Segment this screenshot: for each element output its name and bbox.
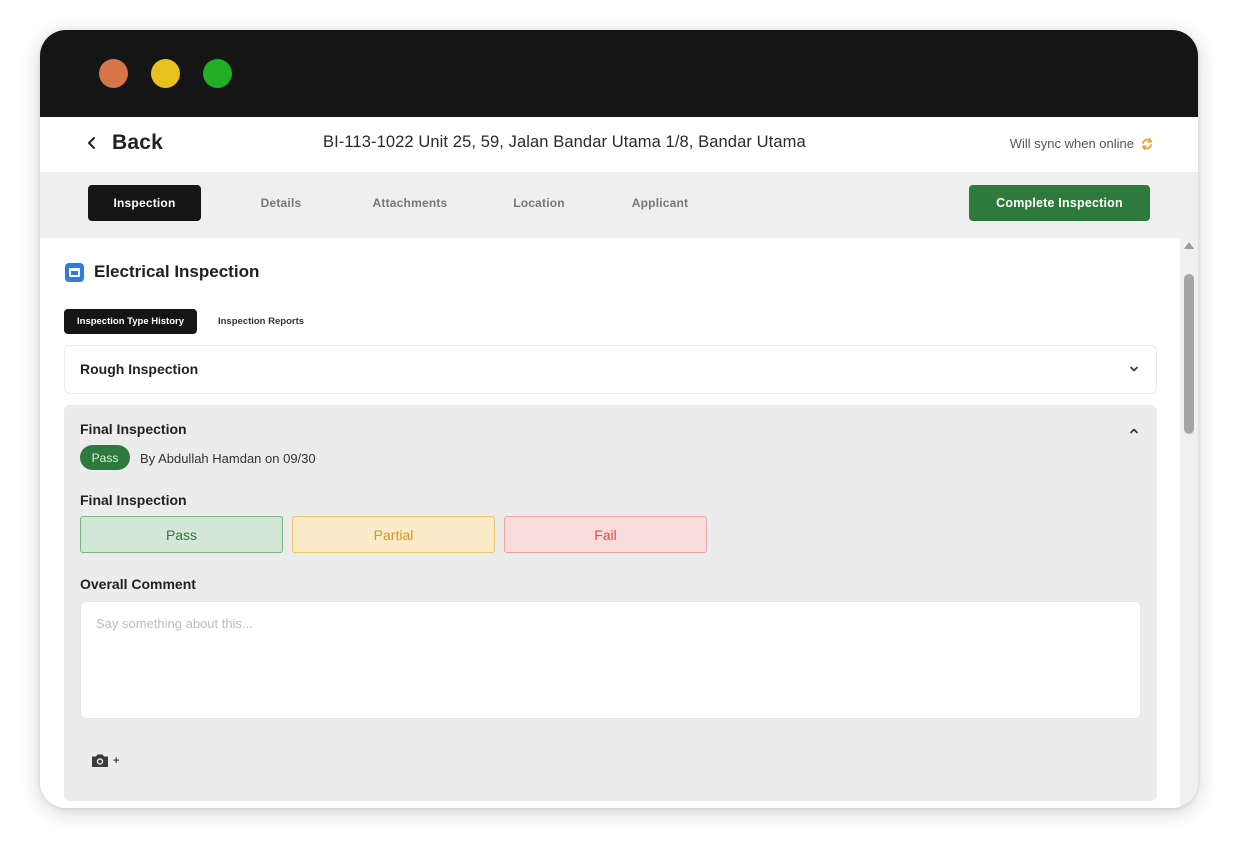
chevron-up-icon[interactable] [1129,426,1139,436]
camera-icon [92,754,108,767]
window-close-control[interactable] [99,59,128,88]
section-title: Electrical Inspection [94,262,260,281]
accordion-title: Final Inspection [80,421,187,437]
scrollbar-thumb[interactable] [1184,274,1194,434]
subtab-bar: Inspection Type History Inspection Repor… [64,309,317,334]
main-content: Electrical Inspection Inspection Type Hi… [40,238,1180,808]
page-title: BI-113-1022 Unit 25, 59, Jalan Bandar Ut… [323,133,806,151]
tab-location[interactable]: Location [495,185,583,221]
back-label: Back [112,131,164,154]
status-badge: Pass [80,445,130,470]
calendar-icon [65,262,84,282]
result-label: Final Inspection [80,492,187,508]
tab-applicant[interactable]: Applicant [612,185,708,221]
scroll-up-arrow-icon[interactable] [1184,242,1194,249]
top-header: Back BI-113-1022 Unit 25, 59, Jalan Band… [40,117,1198,172]
window-minimize-control[interactable] [151,59,180,88]
accordion-rough-inspection[interactable]: Rough Inspection [64,345,1157,394]
comment-label: Overall Comment [80,576,196,592]
tab-attachments[interactable]: Attachments [353,185,467,221]
sync-icon [1141,137,1153,150]
app-window: Back BI-113-1022 Unit 25, 59, Jalan Band… [40,30,1198,808]
vertical-scrollbar[interactable] [1180,238,1198,808]
tab-bar: Inspection Details Attachments Location … [40,172,1198,238]
chevron-left-icon [88,137,95,149]
subtab-inspection-type-history[interactable]: Inspection Type History [64,309,197,334]
inspector-byline: By Abdullah Hamdan on 09/30 [140,451,316,466]
window-maximize-control[interactable] [203,59,232,88]
accordion-final-inspection: Final Inspection Pass By Abdullah Hamdan… [64,405,1157,801]
plus-icon: + [113,754,120,767]
back-button[interactable]: Back [86,131,163,155]
comment-textarea[interactable] [80,601,1141,719]
add-photo-button[interactable]: + [90,752,119,769]
accordion-title: Rough Inspection [80,361,199,377]
sync-status-label: Will sync when online [1009,136,1134,151]
subtab-inspection-reports[interactable]: Inspection Reports [205,309,317,334]
result-fail-button[interactable]: Fail [504,516,707,553]
tab-details[interactable]: Details [239,185,323,221]
sync-status: Will sync when online [1010,136,1154,151]
tab-inspection[interactable]: Inspection [88,185,201,221]
window-titlebar [40,30,1198,117]
chevron-down-icon[interactable] [1129,364,1139,374]
section-header: Electrical Inspection [65,262,259,282]
result-partial-button[interactable]: Partial [292,516,495,553]
result-pass-button[interactable]: Pass [80,516,283,553]
complete-inspection-button[interactable]: Complete Inspection [969,185,1150,221]
